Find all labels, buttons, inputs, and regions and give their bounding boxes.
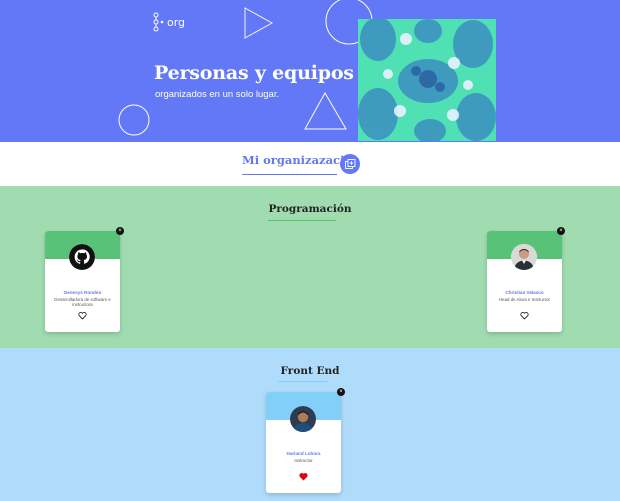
hero-banner: org Personas y equipos organizados en un…: [0, 0, 620, 142]
organization-section: Mi organizazación: [0, 142, 620, 186]
member-role: Desarrolladora de software e instructora: [54, 297, 111, 308]
heart-outline-icon[interactable]: [520, 311, 529, 320]
member-name: Christian Velasco: [505, 290, 544, 295]
delete-member-button[interactable]: ×: [116, 227, 124, 235]
team-title-underline: [268, 220, 336, 221]
circle-shape: [118, 104, 150, 136]
delete-member-button[interactable]: ×: [557, 227, 565, 235]
member-card: Harland Lohora Instructor ×: [266, 388, 345, 493]
add-team-icon: [344, 158, 355, 169]
org-tree-icon: [153, 12, 164, 32]
triangle-shape: [244, 7, 274, 39]
heart-filled-icon[interactable]: [299, 472, 308, 481]
logo-text: org: [167, 15, 186, 29]
team-section-front-end: Front End Harland Lohora Instructor ×: [0, 348, 620, 501]
person-photo: [290, 406, 316, 432]
triangle-shape: [304, 91, 347, 130]
team-title: Front End: [280, 365, 340, 377]
member-name: Harland Lohora: [286, 451, 321, 456]
delete-member-button[interactable]: ×: [337, 388, 345, 396]
github-icon: [69, 244, 95, 270]
hero-team-photo: [358, 19, 496, 141]
team-section-programacion: Programación Genesys Rondón Desarrollado…: [0, 186, 620, 348]
hero-subtitle: organizados en un solo lugar.: [155, 89, 280, 100]
team-title: Programación: [268, 203, 352, 215]
add-team-button[interactable]: [340, 154, 360, 174]
member-role: Instructor: [294, 458, 313, 463]
hero-title: Personas y equipos: [154, 62, 354, 84]
logo: org: [153, 12, 185, 32]
member-card: Genesys Rondón Desarrolladora de softwar…: [45, 227, 124, 332]
avatar: [69, 244, 95, 270]
heart-outline-icon[interactable]: [78, 311, 87, 320]
member-name: Genesys Rondón: [63, 290, 102, 295]
member-card: Christian Velasco Head de Alura e Instru…: [487, 227, 565, 332]
person-photo: [511, 244, 537, 270]
title-underline: [242, 174, 337, 175]
team-title-underline: [278, 381, 328, 382]
member-role: Head de Alura e Instructor: [498, 297, 550, 302]
avatar: [290, 406, 316, 432]
avatar: [511, 244, 537, 270]
